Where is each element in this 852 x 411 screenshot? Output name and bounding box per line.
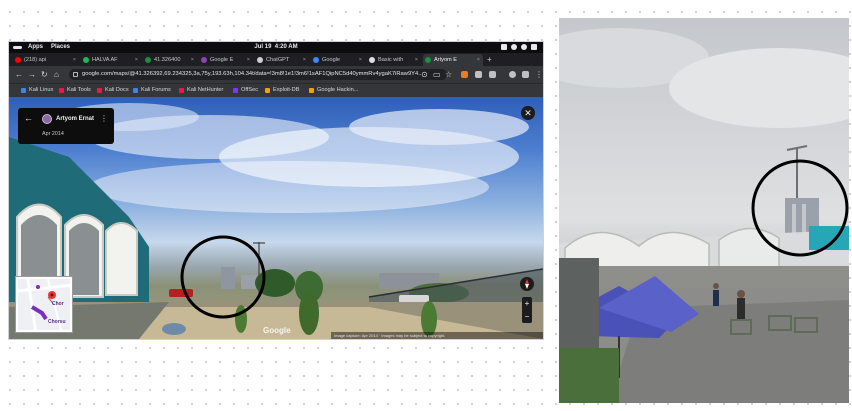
- home-icon[interactable]: ⌂: [54, 68, 59, 81]
- browser-tab[interactable]: (218) api ×: [13, 54, 79, 66]
- cast-icon[interactable]: ▭: [433, 68, 441, 81]
- contributor-name[interactable]: Artyom Ernat: [56, 114, 94, 124]
- capture-date: Apr 2014: [42, 131, 64, 137]
- close-tab-icon[interactable]: ×: [477, 54, 480, 66]
- kali-forums-icon: [133, 88, 138, 93]
- mini-map[interactable]: Chor Chorsu: [16, 277, 72, 332]
- browser-tab[interactable]: 41.326400 ×: [143, 54, 197, 66]
- menu-dots-icon[interactable]: ⋮: [535, 68, 543, 81]
- close-tab-icon[interactable]: ×: [359, 54, 362, 66]
- zoom-out-button[interactable]: −: [522, 310, 532, 323]
- close-tab-icon[interactable]: ×: [415, 54, 418, 66]
- avatar[interactable]: [42, 114, 52, 124]
- more-options-icon[interactable]: ⋮: [100, 114, 108, 123]
- kali-docs-icon: [97, 88, 102, 93]
- clock[interactable]: Jul 19 4:20 AM: [9, 42, 543, 53]
- send-icon[interactable]: [501, 44, 507, 50]
- bookmark-item[interactable]: Exploit-DB: [265, 84, 299, 97]
- favicon-icon: [15, 57, 21, 63]
- favicon-icon: [257, 57, 263, 63]
- bookmarks-bar: Kali Linux Kali Tools Kali Docs Kali For…: [9, 83, 543, 97]
- compass-icon[interactable]: [520, 277, 534, 291]
- url-text: google.com/maps/@41.326392,69.234325,3a,…: [82, 71, 424, 77]
- zoom-in-button[interactable]: +: [522, 297, 532, 310]
- bookmark-star-icon[interactable]: ☆: [445, 68, 452, 81]
- back-icon[interactable]: ←: [15, 68, 23, 81]
- browser-tab[interactable]: Basic with ×: [367, 54, 421, 66]
- mini-map-label: Chorsu: [48, 319, 66, 325]
- tab-strip: (218) api × HALVA AF × 41.326400 × Google E…: [9, 53, 543, 66]
- kali-icon: [21, 88, 26, 93]
- profile-icon[interactable]: [509, 71, 516, 78]
- exploit-db-icon: [265, 88, 270, 93]
- browser-tab-active[interactable]: Artyom E ×: [423, 54, 483, 66]
- image-credit: Image capture: Apr 2014 · Images may be …: [331, 332, 543, 339]
- offsec-icon: [233, 88, 238, 93]
- favicon-icon: [145, 57, 151, 63]
- favicon-icon: [425, 57, 431, 63]
- battery-icon[interactable]: [531, 44, 537, 50]
- bookmark-item[interactable]: Kali Linux: [21, 84, 53, 97]
- close-street-view-button[interactable]: ✕: [521, 106, 535, 120]
- close-tab-icon[interactable]: ×: [191, 54, 194, 66]
- favicon-icon: [369, 57, 375, 63]
- bookmark-item[interactable]: Kali NetHunter: [179, 84, 223, 97]
- close-tab-icon[interactable]: ×: [303, 54, 306, 66]
- extension-icon[interactable]: [475, 71, 482, 78]
- wifi-icon[interactable]: [511, 44, 517, 50]
- comparison-photo: [559, 18, 849, 403]
- extensions-puzzle-icon[interactable]: [489, 71, 496, 78]
- favicon-icon: [201, 57, 207, 63]
- bookmark-item[interactable]: Kali Docs: [97, 84, 129, 97]
- browser-tab[interactable]: ChatGPT ×: [255, 54, 309, 66]
- site-info-icon[interactable]: [73, 72, 78, 77]
- volume-icon[interactable]: [521, 44, 527, 50]
- zoom-control: + −: [522, 297, 532, 323]
- contributor-card: ← Artyom Ernat ⋮ Apr 2014: [18, 108, 114, 144]
- back-arrow-icon[interactable]: ←: [24, 114, 33, 123]
- browser-screenshot: Apps Places Jul 19 4:20 AM (218) api × HA…: [9, 42, 543, 339]
- google-hacking-icon: [309, 88, 314, 93]
- bookmark-item[interactable]: Google Hackin...: [309, 84, 358, 97]
- favicon-icon: [313, 57, 319, 63]
- close-tab-icon[interactable]: ×: [247, 54, 250, 66]
- forward-icon[interactable]: →: [28, 68, 36, 81]
- mini-map-label: Chor: [52, 301, 64, 307]
- new-tab-button[interactable]: +: [487, 54, 492, 66]
- kali-tools-icon: [59, 88, 64, 93]
- bookmark-item[interactable]: OffSec: [233, 84, 258, 97]
- browser-tab[interactable]: Google E ×: [199, 54, 253, 66]
- market-scene: [559, 28, 849, 403]
- close-tab-icon[interactable]: ×: [135, 54, 138, 66]
- address-bar[interactable]: google.com/maps/@41.326392,69.234325,3a,…: [69, 69, 447, 80]
- bookmark-item[interactable]: Kali Tools: [59, 84, 91, 97]
- extension-icon[interactable]: [461, 71, 468, 78]
- toolbar: ← → ↻ ⌂ google.com/maps/@41.326392,69.23…: [9, 66, 543, 83]
- google-watermark: Google: [263, 326, 291, 335]
- browser-tab[interactable]: Google ×: [311, 54, 365, 66]
- reload-icon[interactable]: ↻: [41, 68, 48, 81]
- browser-tab[interactable]: HALVA AF ×: [81, 54, 141, 66]
- location-icon[interactable]: ⊙: [421, 68, 428, 81]
- os-top-bar: Apps Places Jul 19 4:20 AM: [9, 42, 543, 53]
- street-view-panorama[interactable]: ← Artyom Ernat ⋮ Apr 2014 ✕ Chor Chorsu: [9, 97, 543, 339]
- nethunter-icon: [179, 88, 184, 93]
- close-tab-icon[interactable]: ×: [73, 54, 76, 66]
- favicon-icon: [83, 57, 89, 63]
- bookmark-item[interactable]: Kali Forums: [133, 84, 171, 97]
- account-icon[interactable]: [522, 71, 529, 78]
